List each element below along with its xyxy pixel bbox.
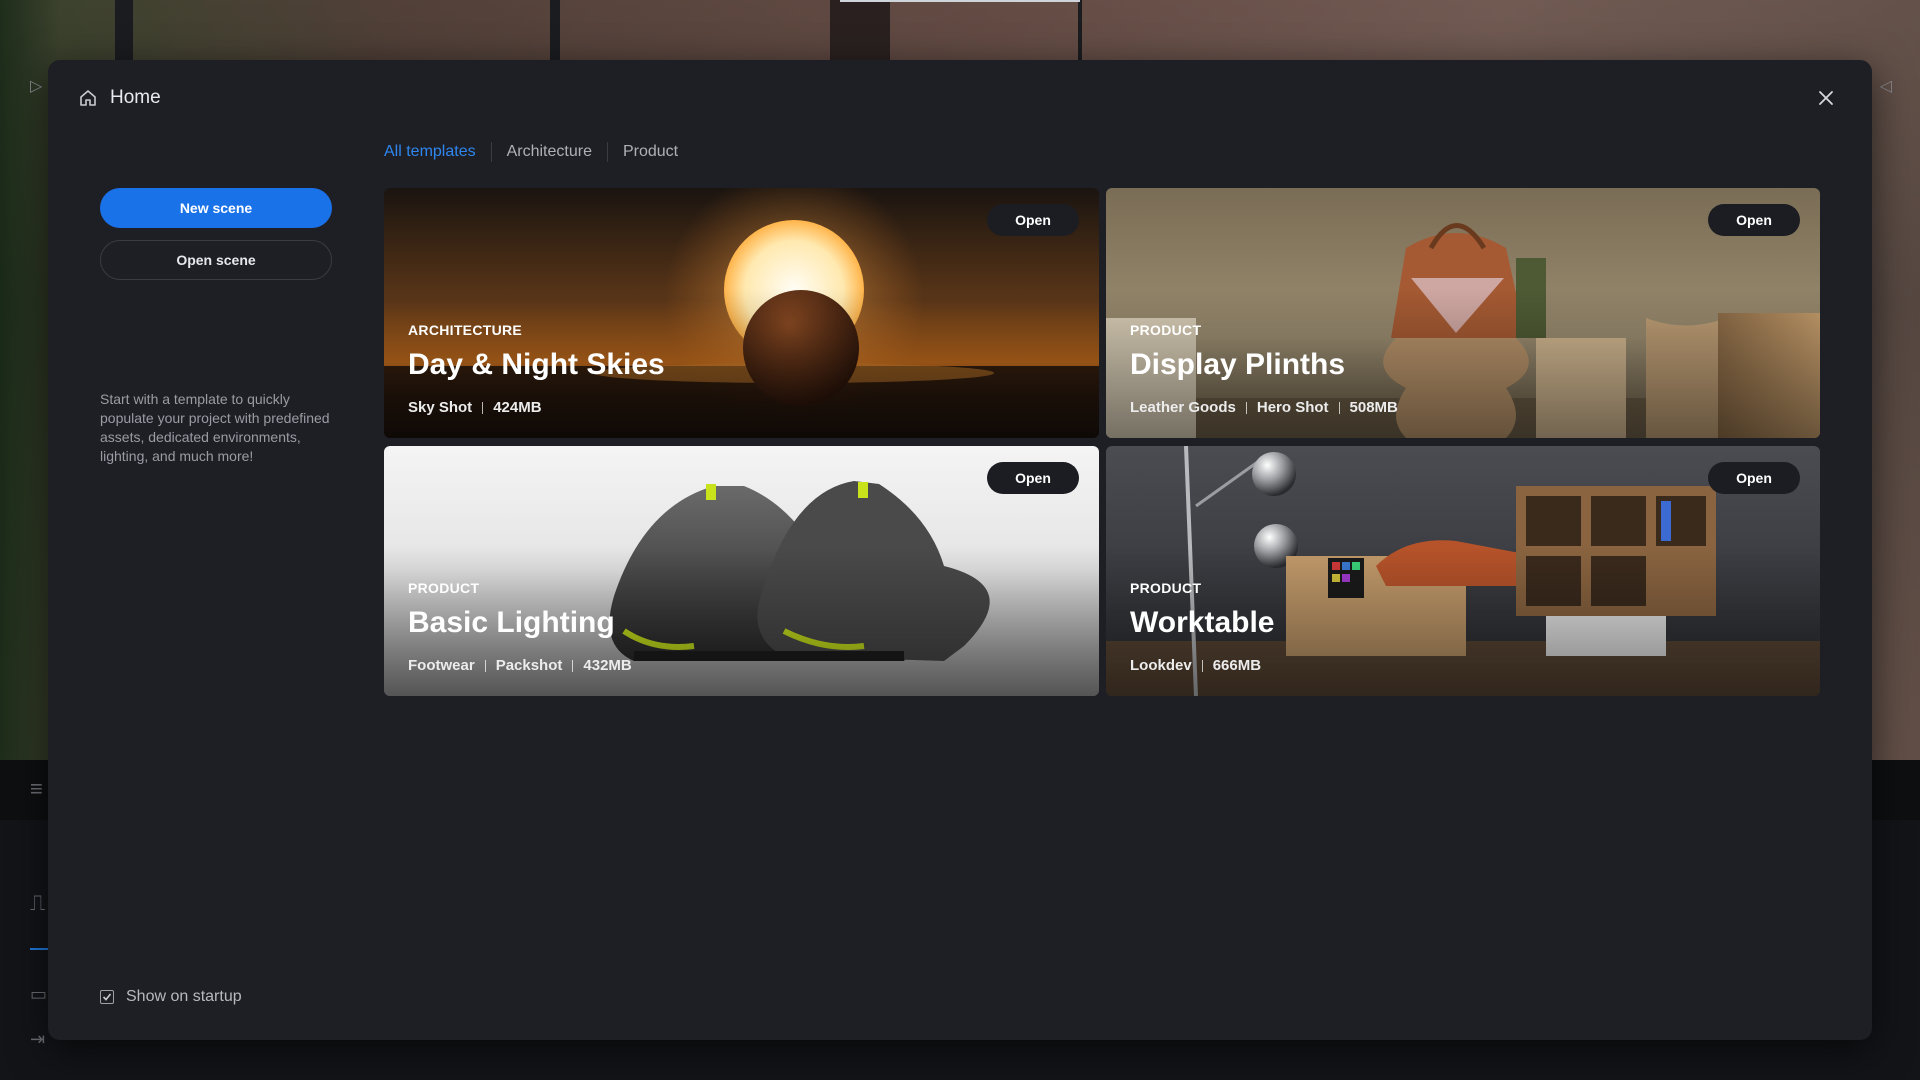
meta-item: Hero Shot [1256,399,1329,416]
template-grid: Open ARCHITECTURE Day & Night Skies Sky … [384,188,1829,698]
card-title: Day & Night Skies [408,348,665,381]
home-icon [78,88,98,108]
export-icon[interactable]: ⇥ [30,1030,45,1048]
meta-size: 424MB [493,399,542,416]
show-on-startup-label: Show on startup [126,988,242,1005]
meta-item: Lookdev [1130,657,1192,674]
home-dialog: Home New scene Open scene Start with a t… [48,60,1872,1040]
screen-icon[interactable]: ▭ [30,985,47,1003]
checkmark-icon [102,993,112,1001]
meta-size: 432MB [583,657,632,674]
bg-active-indicator [30,948,48,950]
tab-product[interactable]: Product [608,143,693,161]
template-tabs: All templates Architecture Product [384,140,693,164]
meta-item: Leather Goods [1130,399,1236,416]
open-scene-button[interactable]: Open scene [100,240,332,280]
meta-item: Sky Shot [408,399,473,416]
card-title: Display Plinths [1130,348,1346,381]
card-title: Basic Lighting [408,606,615,639]
card-category: PRODUCT [408,580,480,596]
show-on-startup-toggle[interactable]: Show on startup [100,988,242,1006]
meta-item: Packshot [495,657,563,674]
card-title: Worktable [1130,606,1275,639]
intro-description: Start with a template to quickly populat… [100,391,330,464]
card-category: PRODUCT [1130,322,1202,338]
meta-item: Footwear [408,657,475,674]
meta-divider [482,401,484,414]
meta-divider [1245,401,1247,414]
close-button[interactable] [1810,82,1842,114]
bg-beam [1078,0,1082,60]
close-icon [1819,91,1833,105]
dialog-header: Home [78,82,161,114]
meta-divider [572,659,574,672]
bg-beam [550,0,560,60]
bg-beam [115,0,133,60]
template-card-basic-lighting[interactable]: Open PRODUCT Basic Lighting Footwear Pac… [384,446,1099,696]
waveform-icon[interactable]: ⎍ [30,892,45,914]
play-right-icon[interactable]: ▷ [30,76,42,96]
bg-highlight [840,0,1080,2]
tab-all-templates[interactable]: All templates [384,143,491,161]
play-left-icon[interactable]: ◁ [1880,76,1892,96]
open-button[interactable]: Open [1708,462,1800,494]
meta-divider [1338,401,1340,414]
menu-icon[interactable]: ≡ [30,778,43,800]
template-card-worktable[interactable]: Open PRODUCT Worktable Lookdev 666MB [1106,446,1820,696]
open-button[interactable]: Open [1708,204,1800,236]
meta-divider [484,659,486,672]
new-scene-button[interactable]: New scene [100,188,332,228]
card-category: ARCHITECTURE [408,322,523,338]
template-card-day-night-skies[interactable]: Open ARCHITECTURE Day & Night Skies Sky … [384,188,1099,438]
bg-beam [830,0,890,60]
meta-size: 508MB [1349,399,1398,416]
card-meta: Lookdev 666MB [1130,657,1261,674]
show-on-startup-checkbox[interactable] [100,990,114,1004]
open-button[interactable]: Open [987,462,1079,494]
card-meta: Leather Goods Hero Shot 508MB [1130,399,1398,416]
open-button[interactable]: Open [987,204,1079,236]
card-meta: Footwear Packshot 432MB [408,657,632,674]
template-card-display-plinths[interactable]: Open PRODUCT Display Plinths Leather Goo… [1106,188,1820,438]
tab-architecture[interactable]: Architecture [492,143,607,161]
card-meta: Sky Shot 424MB [408,399,542,416]
card-category: PRODUCT [1130,580,1202,596]
meta-divider [1201,659,1203,672]
dialog-title: Home [110,87,161,108]
meta-size: 666MB [1212,657,1262,674]
